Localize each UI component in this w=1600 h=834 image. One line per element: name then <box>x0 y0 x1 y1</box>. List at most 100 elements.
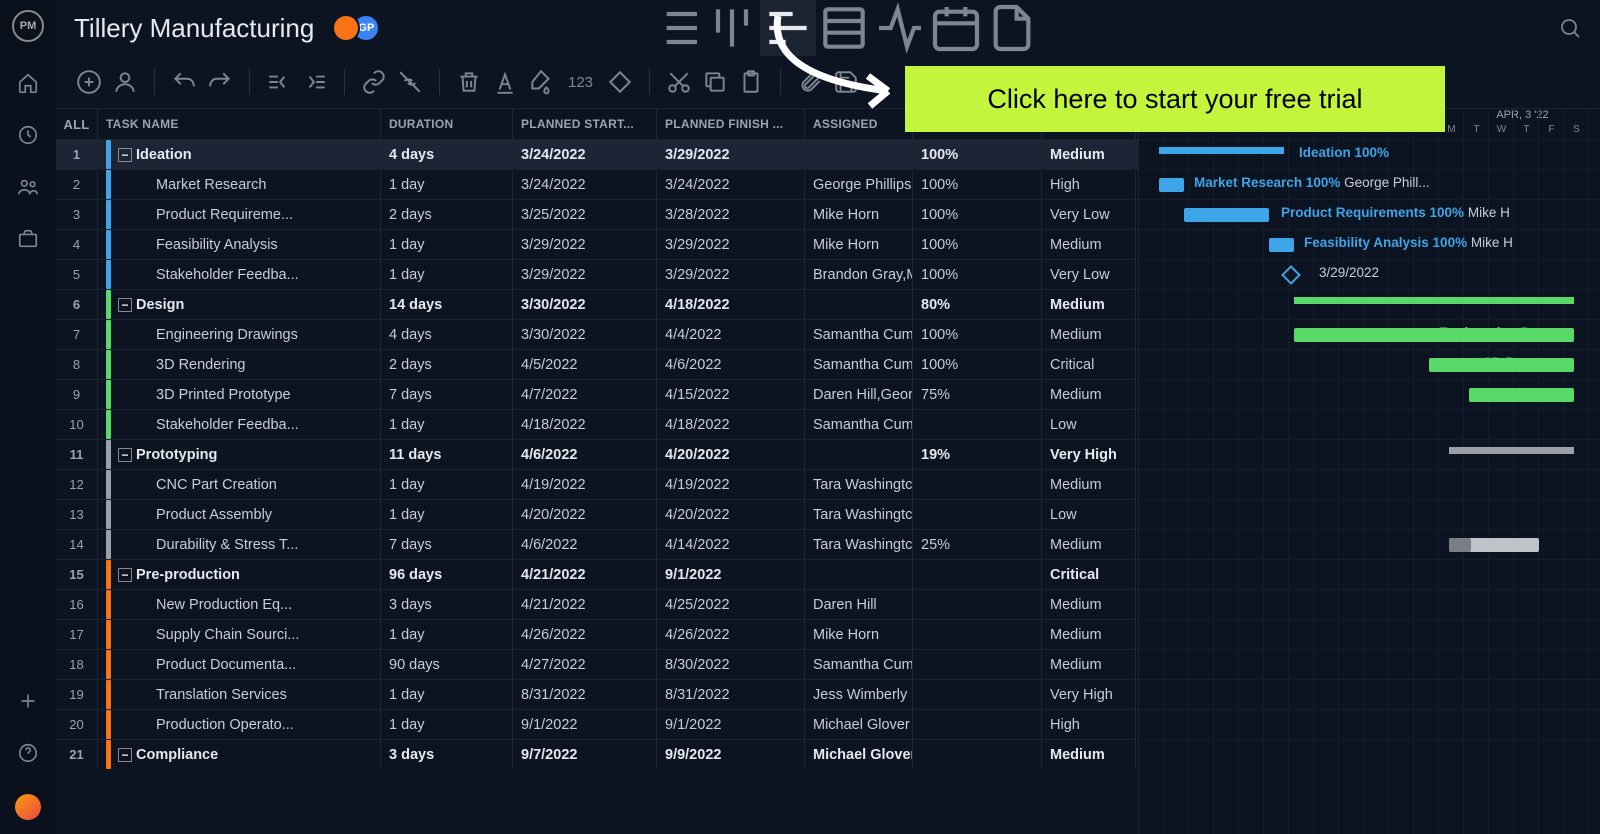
outdent-button[interactable] <box>266 69 292 95</box>
task-name-cell[interactable]: New Production Eq... <box>98 590 381 619</box>
user-avatar[interactable] <box>15 794 41 820</box>
duration-cell[interactable]: 4 days <box>381 140 513 169</box>
redo-button[interactable] <box>207 69 233 95</box>
duration-cell[interactable]: 1 day <box>381 260 513 289</box>
column-start[interactable]: PLANNED START... <box>513 109 657 139</box>
priority-cell[interactable]: High <box>1042 710 1136 739</box>
priority-cell[interactable]: Very High <box>1042 680 1136 709</box>
duration-cell[interactable]: 11 days <box>381 440 513 469</box>
task-name-cell[interactable]: Stakeholder Feedba... <box>98 410 381 439</box>
undo-button[interactable] <box>171 69 197 95</box>
start-cell[interactable]: 4/20/2022 <box>513 500 657 529</box>
app-logo[interactable]: PM <box>12 10 44 42</box>
table-row[interactable]: 10Stakeholder Feedba...1 day4/18/20224/1… <box>56 409 1138 439</box>
assigned-cell[interactable]: Mike Horn <box>805 230 913 259</box>
priority-cell[interactable]: Medium <box>1042 140 1136 169</box>
task-name-cell[interactable]: 3D Rendering <box>98 350 381 379</box>
task-name-cell[interactable]: Product Requireme... <box>98 200 381 229</box>
priority-cell[interactable]: High <box>1042 170 1136 199</box>
table-row[interactable]: 1−Ideation4 days3/24/20223/29/2022100%Me… <box>56 139 1138 169</box>
priority-cell[interactable]: Medium <box>1042 470 1136 499</box>
copy-button[interactable] <box>702 69 728 95</box>
assigned-cell[interactable]: Samantha Cum <box>805 410 913 439</box>
table-row[interactable]: 18Product Documenta...90 days4/27/20228/… <box>56 649 1138 679</box>
priority-cell[interactable]: Medium <box>1042 620 1136 649</box>
priority-cell[interactable]: Medium <box>1042 380 1136 409</box>
add-icon[interactable] <box>17 690 39 712</box>
assigned-cell[interactable]: Samantha Cum <box>805 350 913 379</box>
finish-cell[interactable]: 4/14/2022 <box>657 530 805 559</box>
duration-cell[interactable]: 3 days <box>381 740 513 769</box>
table-row[interactable]: 6−Design14 days3/30/20224/18/202280%Medi… <box>56 289 1138 319</box>
collapse-icon[interactable]: − <box>118 448 132 462</box>
percent-cell[interactable]: 100% <box>913 350 1042 379</box>
table-row[interactable]: 16New Production Eq...3 days4/21/20224/2… <box>56 589 1138 619</box>
start-cell[interactable]: 4/6/2022 <box>513 440 657 469</box>
task-name-cell[interactable]: Translation Services <box>98 680 381 709</box>
priority-cell[interactable]: Medium <box>1042 650 1136 679</box>
assigned-cell[interactable]: Michael Glover <box>805 710 913 739</box>
table-row[interactable]: 14Durability & Stress T...7 days4/6/2022… <box>56 529 1138 559</box>
percent-cell[interactable]: 75% <box>913 380 1042 409</box>
duration-cell[interactable]: 1 day <box>381 500 513 529</box>
priority-cell[interactable]: Medium <box>1042 320 1136 349</box>
assigned-cell[interactable]: Tara Washingtc <box>805 470 913 499</box>
start-cell[interactable]: 4/21/2022 <box>513 560 657 589</box>
task-name-cell[interactable]: −Pre-production <box>98 560 381 589</box>
table-row[interactable]: 13Product Assembly1 day4/20/20224/20/202… <box>56 499 1138 529</box>
start-cell[interactable]: 4/21/2022 <box>513 590 657 619</box>
task-name-cell[interactable]: Durability & Stress T... <box>98 530 381 559</box>
finish-cell[interactable]: 4/18/2022 <box>657 290 805 319</box>
recent-icon[interactable] <box>17 124 39 146</box>
percent-cell[interactable]: 100% <box>913 260 1042 289</box>
priority-cell[interactable]: Medium <box>1042 590 1136 619</box>
team-icon[interactable] <box>17 176 39 198</box>
duration-cell[interactable]: 4 days <box>381 320 513 349</box>
assigned-cell[interactable]: Tara Washingtc <box>805 530 913 559</box>
start-cell[interactable]: 3/24/2022 <box>513 170 657 199</box>
percent-cell[interactable]: 100% <box>913 230 1042 259</box>
assigned-cell[interactable]: George Phillips <box>805 170 913 199</box>
start-cell[interactable]: 3/25/2022 <box>513 200 657 229</box>
task-name-cell[interactable]: Market Research <box>98 170 381 199</box>
assign-button[interactable] <box>112 69 138 95</box>
priority-cell[interactable]: Medium <box>1042 740 1136 769</box>
assigned-cell[interactable]: Brandon Gray,M <box>805 260 913 289</box>
assigned-cell[interactable]: Mike Horn <box>805 620 913 649</box>
view-calendar[interactable] <box>928 0 984 56</box>
duration-cell[interactable]: 1 day <box>381 230 513 259</box>
percent-cell[interactable]: 80% <box>913 290 1042 319</box>
percent-cell[interactable]: 100% <box>913 200 1042 229</box>
collapse-icon[interactable]: − <box>118 568 132 582</box>
percent-cell[interactable] <box>913 680 1042 709</box>
delete-button[interactable] <box>456 69 482 95</box>
collapse-icon[interactable]: − <box>118 748 132 762</box>
attach-button[interactable] <box>797 69 823 95</box>
finish-cell[interactable]: 4/26/2022 <box>657 620 805 649</box>
assigned-cell[interactable]: Mike Horn <box>805 200 913 229</box>
search-icon[interactable] <box>1558 16 1582 40</box>
task-name-cell[interactable]: 3D Printed Prototype <box>98 380 381 409</box>
duration-cell[interactable]: 2 days <box>381 350 513 379</box>
link-button[interactable] <box>361 69 387 95</box>
start-cell[interactable]: 4/26/2022 <box>513 620 657 649</box>
finish-cell[interactable]: 9/1/2022 <box>657 560 805 589</box>
finish-cell[interactable]: 4/18/2022 <box>657 410 805 439</box>
task-name-cell[interactable]: Product Documenta... <box>98 650 381 679</box>
duration-cell[interactable]: 3 days <box>381 590 513 619</box>
help-icon[interactable] <box>17 742 39 764</box>
save-button[interactable] <box>833 69 859 95</box>
priority-cell[interactable]: Low <box>1042 500 1136 529</box>
duration-cell[interactable]: 1 day <box>381 620 513 649</box>
duration-cell[interactable]: 90 days <box>381 650 513 679</box>
percent-cell[interactable]: 100% <box>913 320 1042 349</box>
start-cell[interactable]: 3/24/2022 <box>513 140 657 169</box>
percent-cell[interactable] <box>913 500 1042 529</box>
duration-cell[interactable]: 1 day <box>381 170 513 199</box>
task-name-cell[interactable]: CNC Part Creation <box>98 470 381 499</box>
fill-color-button[interactable] <box>528 69 554 95</box>
priority-cell[interactable]: Very Low <box>1042 200 1136 229</box>
avatar-stack[interactable]: GP <box>332 14 380 42</box>
task-name-cell[interactable]: Stakeholder Feedba... <box>98 260 381 289</box>
indent-button[interactable] <box>302 69 328 95</box>
